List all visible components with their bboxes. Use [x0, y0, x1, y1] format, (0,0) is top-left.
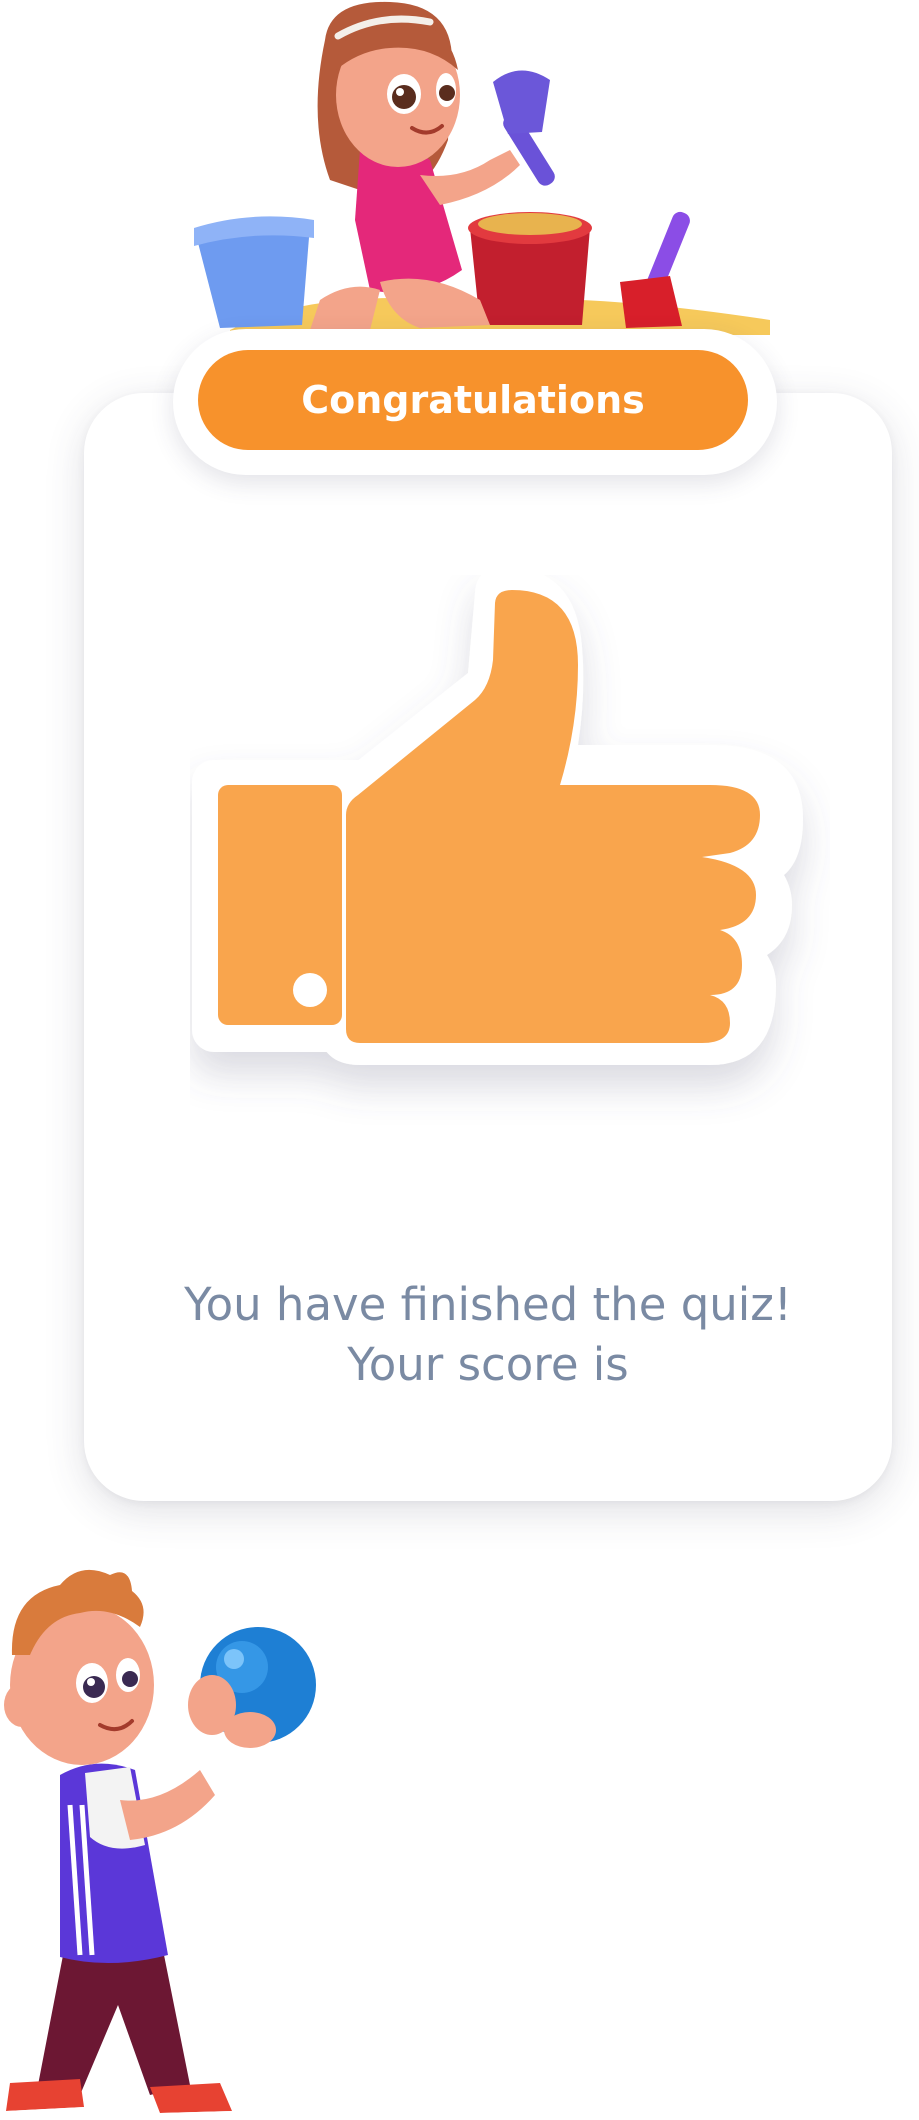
result-message: You have finished the quiz! Your score i…	[84, 1275, 892, 1395]
thumbs-up-icon	[192, 575, 803, 1065]
girl-playing-sand-illustration	[194, 1, 770, 335]
boy-holding-ball-illustration	[4, 1569, 316, 2120]
result-line-finished: You have finished the quiz!	[184, 1278, 792, 1331]
congratulations-banner: Congratulations	[198, 350, 748, 450]
result-line-score: Your score is	[347, 1338, 629, 1391]
